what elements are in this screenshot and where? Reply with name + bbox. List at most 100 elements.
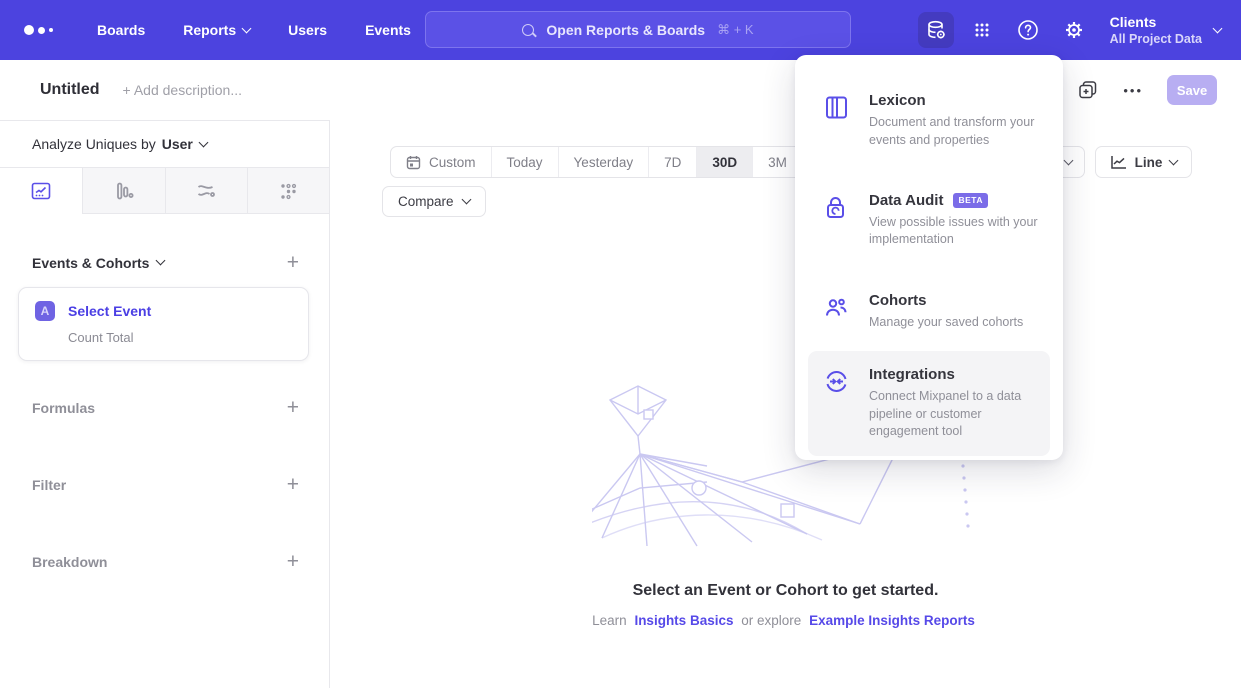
report-title[interactable]: Untitled — [40, 81, 100, 99]
chevron-down-icon — [1064, 155, 1074, 165]
integrations-sync-icon — [823, 368, 850, 395]
filter-label: Filter — [32, 477, 66, 493]
range-30d-selected[interactable]: 30D — [696, 147, 752, 177]
range-7d[interactable]: 7D — [648, 147, 696, 177]
search-shortcut: ⌘ + K — [717, 22, 754, 38]
chart-type-label: Line — [1135, 155, 1163, 170]
count-total-selector[interactable]: Count Total — [68, 330, 292, 345]
project-selector[interactable]: Clients All Project Data — [1110, 14, 1221, 46]
report-description-placeholder[interactable]: + Add description... — [123, 82, 242, 98]
analyze-uniques-row: Analyze Uniques by User — [0, 121, 329, 167]
settings-button[interactable] — [1056, 12, 1092, 48]
visualization-tabs — [0, 167, 329, 214]
menu-item-desc: Document and transform your events and p… — [869, 114, 1043, 150]
range-label: 30D — [712, 155, 737, 170]
duplicate-report-icon[interactable] — [1077, 79, 1099, 101]
menu-item-desc: Connect Mixpanel to a data pipeline or c… — [869, 388, 1040, 441]
range-today[interactable]: Today — [491, 147, 558, 177]
global-search-input[interactable]: Open Reports & Boards ⌘ + K — [425, 11, 851, 48]
compare-label: Compare — [398, 194, 454, 209]
add-event-button[interactable]: + — [287, 252, 299, 273]
settings-gear-icon — [1062, 18, 1086, 42]
events-cohorts-label: Events & Cohorts — [32, 255, 149, 271]
insights-basics-link[interactable]: Insights Basics — [634, 613, 733, 628]
breakdown-section: Breakdown + — [32, 551, 299, 572]
mixpanel-logo[interactable] — [24, 25, 53, 35]
retention-dots-icon — [276, 179, 300, 203]
menu-item-title: Lexicon — [869, 92, 926, 109]
empty-state-links: Learn Insights Basics or explore Example… — [330, 613, 1241, 628]
range-yesterday[interactable]: Yesterday — [558, 147, 649, 177]
nav-item-users[interactable]: Users — [288, 22, 327, 38]
menu-item-lexicon[interactable]: Lexicon Document and transform your even… — [795, 79, 1063, 163]
chart-type-button[interactable]: Line — [1095, 146, 1192, 178]
data-management-dropdown: Lexicon Document and transform your even… — [795, 55, 1063, 460]
range-label: Yesterday — [574, 155, 634, 170]
analyze-prefix: Analyze Uniques by — [32, 136, 156, 152]
top-nav: Boards Reports Users Events Open Reports… — [0, 0, 1241, 60]
events-cohorts-header: Events & Cohorts + — [32, 252, 299, 273]
nav-item-boards[interactable]: Boards — [97, 22, 145, 38]
nav-item-label: Boards — [97, 22, 145, 38]
query-builder-sidebar: Analyze Uniques by User — [0, 120, 330, 688]
nav-item-events[interactable]: Events — [365, 22, 411, 38]
formulas-section: Formulas + — [32, 397, 299, 418]
add-filter-button[interactable]: + — [287, 474, 299, 495]
menu-item-data-audit[interactable]: Data Audit BETA View possible issues wit… — [795, 179, 1063, 263]
filter-section: Filter + — [32, 474, 299, 495]
range-label: Custom — [429, 155, 476, 170]
cohorts-people-icon — [823, 294, 850, 321]
events-cohorts-dropdown[interactable]: Events & Cohorts — [32, 255, 164, 271]
chevron-down-icon — [1169, 155, 1179, 165]
data-audit-icon — [823, 194, 848, 221]
breakdown-label: Breakdown — [32, 554, 107, 570]
insights-line-icon — [29, 179, 53, 203]
menu-item-cohorts[interactable]: Cohorts Manage your saved cohorts — [795, 279, 1063, 345]
event-card[interactable]: A Select Event Count Total — [18, 287, 309, 361]
data-management-button[interactable] — [918, 12, 954, 48]
example-insights-reports-link[interactable]: Example Insights Reports — [809, 613, 975, 628]
analyze-value: User — [162, 136, 193, 152]
line-chart-icon — [1110, 155, 1127, 170]
funnels-bars-icon — [112, 179, 136, 203]
menu-item-title: Data Audit — [869, 192, 943, 209]
chevron-down-icon — [242, 23, 252, 33]
apps-grid-button[interactable] — [964, 12, 1000, 48]
flows-icon — [194, 179, 218, 203]
database-gear-icon — [924, 18, 948, 42]
lexicon-book-icon — [823, 94, 850, 121]
tab-funnels[interactable] — [82, 168, 164, 214]
menu-item-integrations[interactable]: Integrations Connect Mixpanel to a data … — [808, 351, 1050, 456]
report-canvas: Custom Today Yesterday 7D 30D 3M 6M Comp… — [330, 120, 1241, 688]
apps-grid-icon — [970, 18, 994, 42]
range-custom[interactable]: Custom — [391, 147, 491, 177]
add-formula-button[interactable]: + — [287, 397, 299, 418]
help-button[interactable] — [1010, 12, 1046, 48]
search-placeholder: Open Reports & Boards — [546, 22, 705, 38]
nav-item-reports[interactable]: Reports — [183, 22, 250, 38]
chevron-down-icon — [198, 137, 208, 147]
compare-button[interactable]: Compare — [382, 186, 486, 217]
nav-item-label: Reports — [183, 22, 236, 38]
nav-item-label: Events — [365, 22, 411, 38]
tab-retention[interactable] — [247, 168, 329, 214]
help-icon — [1016, 18, 1040, 42]
empty-state-title: Select an Event or Cohort to get started… — [330, 582, 1241, 600]
search-icon — [522, 24, 534, 36]
formulas-label: Formulas — [32, 400, 95, 416]
chevron-down-icon — [156, 256, 166, 266]
tab-insights[interactable] — [0, 168, 82, 214]
nav-item-label: Users — [288, 22, 327, 38]
chevron-down-icon — [461, 195, 471, 205]
menu-item-desc: View possible issues with your implement… — [869, 214, 1043, 250]
more-actions-button[interactable]: ••• — [1123, 83, 1143, 98]
calendar-icon — [406, 155, 421, 170]
analyze-value-dropdown[interactable]: User — [162, 136, 207, 152]
menu-item-desc: Manage your saved cohorts — [869, 314, 1023, 332]
range-label: Today — [507, 155, 543, 170]
add-breakdown-button[interactable]: + — [287, 551, 299, 572]
save-button[interactable]: Save — [1167, 75, 1217, 105]
tab-flows[interactable] — [165, 168, 247, 214]
range-label: 3M — [768, 155, 787, 170]
select-event-button[interactable]: Select Event — [68, 303, 151, 319]
